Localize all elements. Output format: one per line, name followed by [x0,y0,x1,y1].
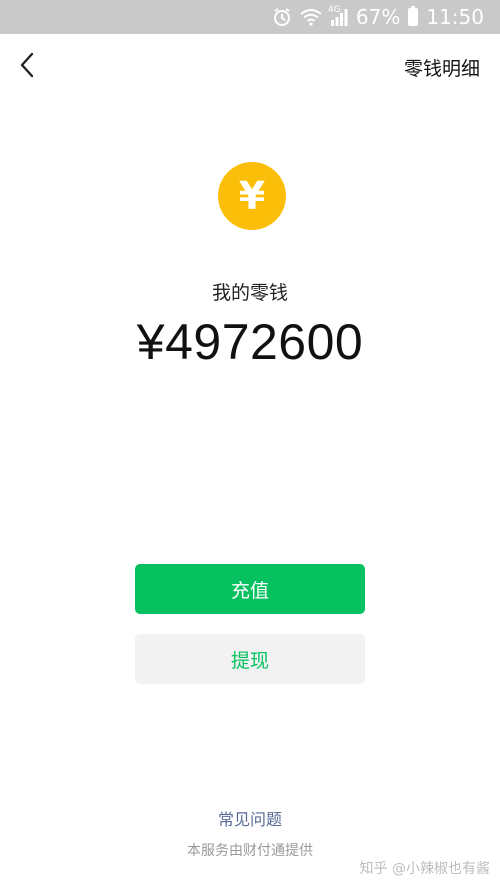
wifi-icon [300,8,322,26]
network-type-label: 4G [327,5,341,15]
top-up-button[interactable]: 充值 [135,564,365,614]
battery-percent: 67% [355,5,401,29]
balance-amount: ¥4972600 [136,314,364,370]
alarm-icon [272,7,292,27]
back-button[interactable] [10,48,44,82]
chevron-left-icon [20,52,34,78]
yuan-coin-icon: ¥ [218,162,286,230]
status-bar: 4G 67% 11:50 [0,0,500,34]
balance-label: 我的零钱 [211,282,288,304]
battery-icon [408,6,419,26]
navigation-header: 零钱明细 [0,34,500,96]
watermark: 知乎 @小辣椒也有酱 [359,861,490,877]
faq-link[interactable]: 常见问题 [0,806,500,830]
withdraw-button[interactable]: 提现 [135,634,365,684]
signal-icon: 4G [327,5,348,26]
change-details-link[interactable]: 零钱明细 [404,54,480,81]
provider-text: 本服务由财付通提供 [187,843,313,859]
clock-time: 11:50 [426,5,484,29]
